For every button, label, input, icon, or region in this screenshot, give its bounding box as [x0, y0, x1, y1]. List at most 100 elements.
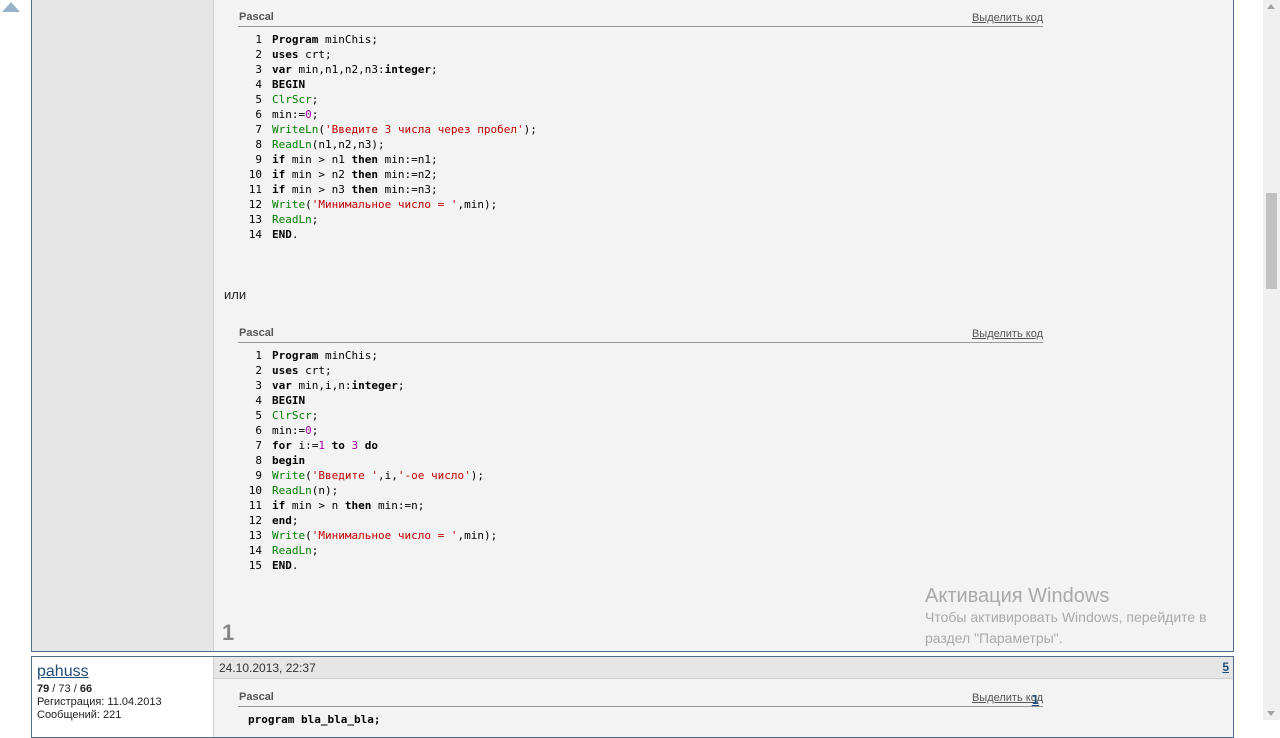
code-token: ; — [311, 409, 319, 422]
line-number: 8 — [255, 454, 262, 467]
code-line: 5 ClrScr; — [238, 92, 1043, 107]
stat-sep: / — [70, 683, 80, 695]
code-token: ); — [470, 469, 484, 482]
line-code: ClrScr; — [262, 408, 318, 423]
user-stats: 79 / 73 / 66 — [37, 683, 92, 695]
line-number: 6 — [255, 424, 262, 437]
code-line: 3 var min,n1,n2,n3:integer; — [238, 62, 1043, 77]
line-code: Write('Минимальное число = ',min); — [262, 197, 497, 212]
line-code: for i:=1 to 3 do — [262, 438, 378, 453]
code-line: 4 BEGIN — [238, 77, 1043, 92]
code-line: 14 END. — [238, 227, 1043, 242]
line-number: 9 — [255, 153, 262, 166]
username-link[interactable]: pahuss — [37, 663, 89, 681]
line-code: ReadLn(n1,n2,n3); — [262, 137, 385, 152]
scroll-down-arrow-icon[interactable] — [1267, 711, 1275, 716]
activation-title: Активация Windows — [925, 585, 1110, 607]
line-code: Write('Минимальное число = ',min); — [262, 528, 497, 543]
code-listing: 1 Program minChis; 2 uses crt; 3 var min,i,n:… — [238, 348, 1043, 573]
code-token: ReadLn — [272, 213, 312, 226]
code-token: ( — [318, 123, 325, 136]
line-code: BEGIN — [262, 393, 305, 408]
code-token: integer — [384, 63, 431, 76]
post-user-panel: pahuss 79 / 73 / 66 Регистрация: 11.04.2… — [32, 657, 214, 737]
code-line: 4 BEGIN — [238, 393, 1043, 408]
line-code: min:=0; — [262, 423, 318, 438]
code-block-header: Pascal Выделить код — [238, 690, 1043, 707]
line-number: 11 — [248, 499, 262, 512]
select-code-link[interactable]: Выделить код — [972, 12, 1043, 24]
code-token: then — [351, 168, 378, 181]
code-language-label: Pascal — [239, 11, 274, 23]
code-token: crt; — [298, 364, 332, 377]
line-number: 11 — [248, 183, 262, 196]
code-token: ); — [523, 123, 537, 136]
stat-a: 79 — [37, 683, 50, 695]
line-number: 4 — [255, 78, 262, 91]
line-code: Program minChis; — [262, 348, 378, 363]
line-number: 12 — [248, 198, 262, 211]
code-line: 1 Program minChis; — [238, 348, 1043, 363]
code-token: ,min); — [457, 529, 498, 542]
code-token: ; — [311, 93, 319, 106]
code-language-label: Pascal — [239, 691, 274, 703]
code-token: min:=n3; — [377, 183, 438, 196]
code-token: Write — [272, 529, 306, 542]
code-line: 2 uses crt; — [238, 363, 1043, 378]
code-token: minChis; — [318, 349, 378, 362]
code-line: 12 end; — [238, 513, 1043, 528]
code-line: 1 Program minChis; — [238, 32, 1043, 47]
code-token: . — [291, 228, 299, 241]
line-code: uses crt; — [262, 47, 332, 62]
code-token: END — [272, 559, 292, 572]
line-code: if min > n then min:=n; — [262, 498, 424, 513]
scrollbar-thumb[interactable] — [1266, 193, 1277, 289]
line-code: if min > n3 then min:=n3; — [262, 182, 438, 197]
code-token: ClrScr — [272, 93, 312, 106]
code-token: ReadLn — [272, 138, 312, 151]
code-token: ; — [397, 379, 405, 392]
windows-activation-watermark: Активация Windows Чтобы активировать Win… — [925, 586, 1207, 649]
scroll-to-top-icon[interactable] — [2, 2, 20, 12]
code-token: then — [344, 499, 372, 512]
post-reputation-count: 1 — [222, 620, 235, 645]
line-code: Program minChis; — [262, 32, 378, 47]
line-code: ReadLn; — [262, 543, 318, 558]
code-token: crt; — [298, 48, 332, 61]
post-text-or: или — [224, 287, 247, 302]
code-token: for — [272, 439, 292, 452]
select-code-link[interactable]: Выделить код — [972, 328, 1043, 340]
post-number-link[interactable]: 5 — [1222, 660, 1229, 674]
code-token: if — [272, 153, 286, 166]
code-token: BEGIN — [272, 78, 306, 91]
code-token: . — [291, 559, 299, 572]
line-number: 3 — [255, 379, 262, 392]
line-number: 5 — [255, 409, 262, 422]
scroll-up-arrow-icon[interactable] — [1267, 4, 1275, 9]
code-token: min:= — [272, 108, 306, 121]
code-line: 10 ReadLn(n); — [238, 483, 1043, 498]
line-code: var min,n1,n2,n3:integer; — [262, 62, 438, 77]
code-line: 13 ReadLn; — [238, 212, 1043, 227]
code-token: Write — [272, 198, 306, 211]
line-number: 5 — [255, 93, 262, 106]
code-token: ReadLn — [272, 484, 312, 497]
code-token: BEGIN — [272, 394, 306, 407]
code-block-3: Pascal Выделить код 1 program bla_bla_bla… — [238, 690, 1043, 727]
code-token: var — [272, 63, 292, 76]
line-number: 3 — [255, 63, 262, 76]
line-number: 9 — [255, 469, 262, 482]
code-token: ; — [311, 424, 319, 437]
code-token: ; — [311, 213, 319, 226]
activation-line-2: раздел "Параметры". — [925, 630, 1063, 646]
code-line: 7 for i:=1 to 3 do — [238, 438, 1043, 453]
line-code: ClrScr; — [262, 92, 318, 107]
code-listing: 1 Program minChis; 2 uses crt; 3 var min,n1,n… — [238, 32, 1043, 242]
line-number: 6 — [255, 108, 262, 121]
vertical-scrollbar[interactable] — [1263, 0, 1280, 720]
code-token: ,i, — [377, 469, 398, 482]
line-number: 2 — [255, 364, 262, 377]
line-number: 13 — [248, 529, 262, 542]
